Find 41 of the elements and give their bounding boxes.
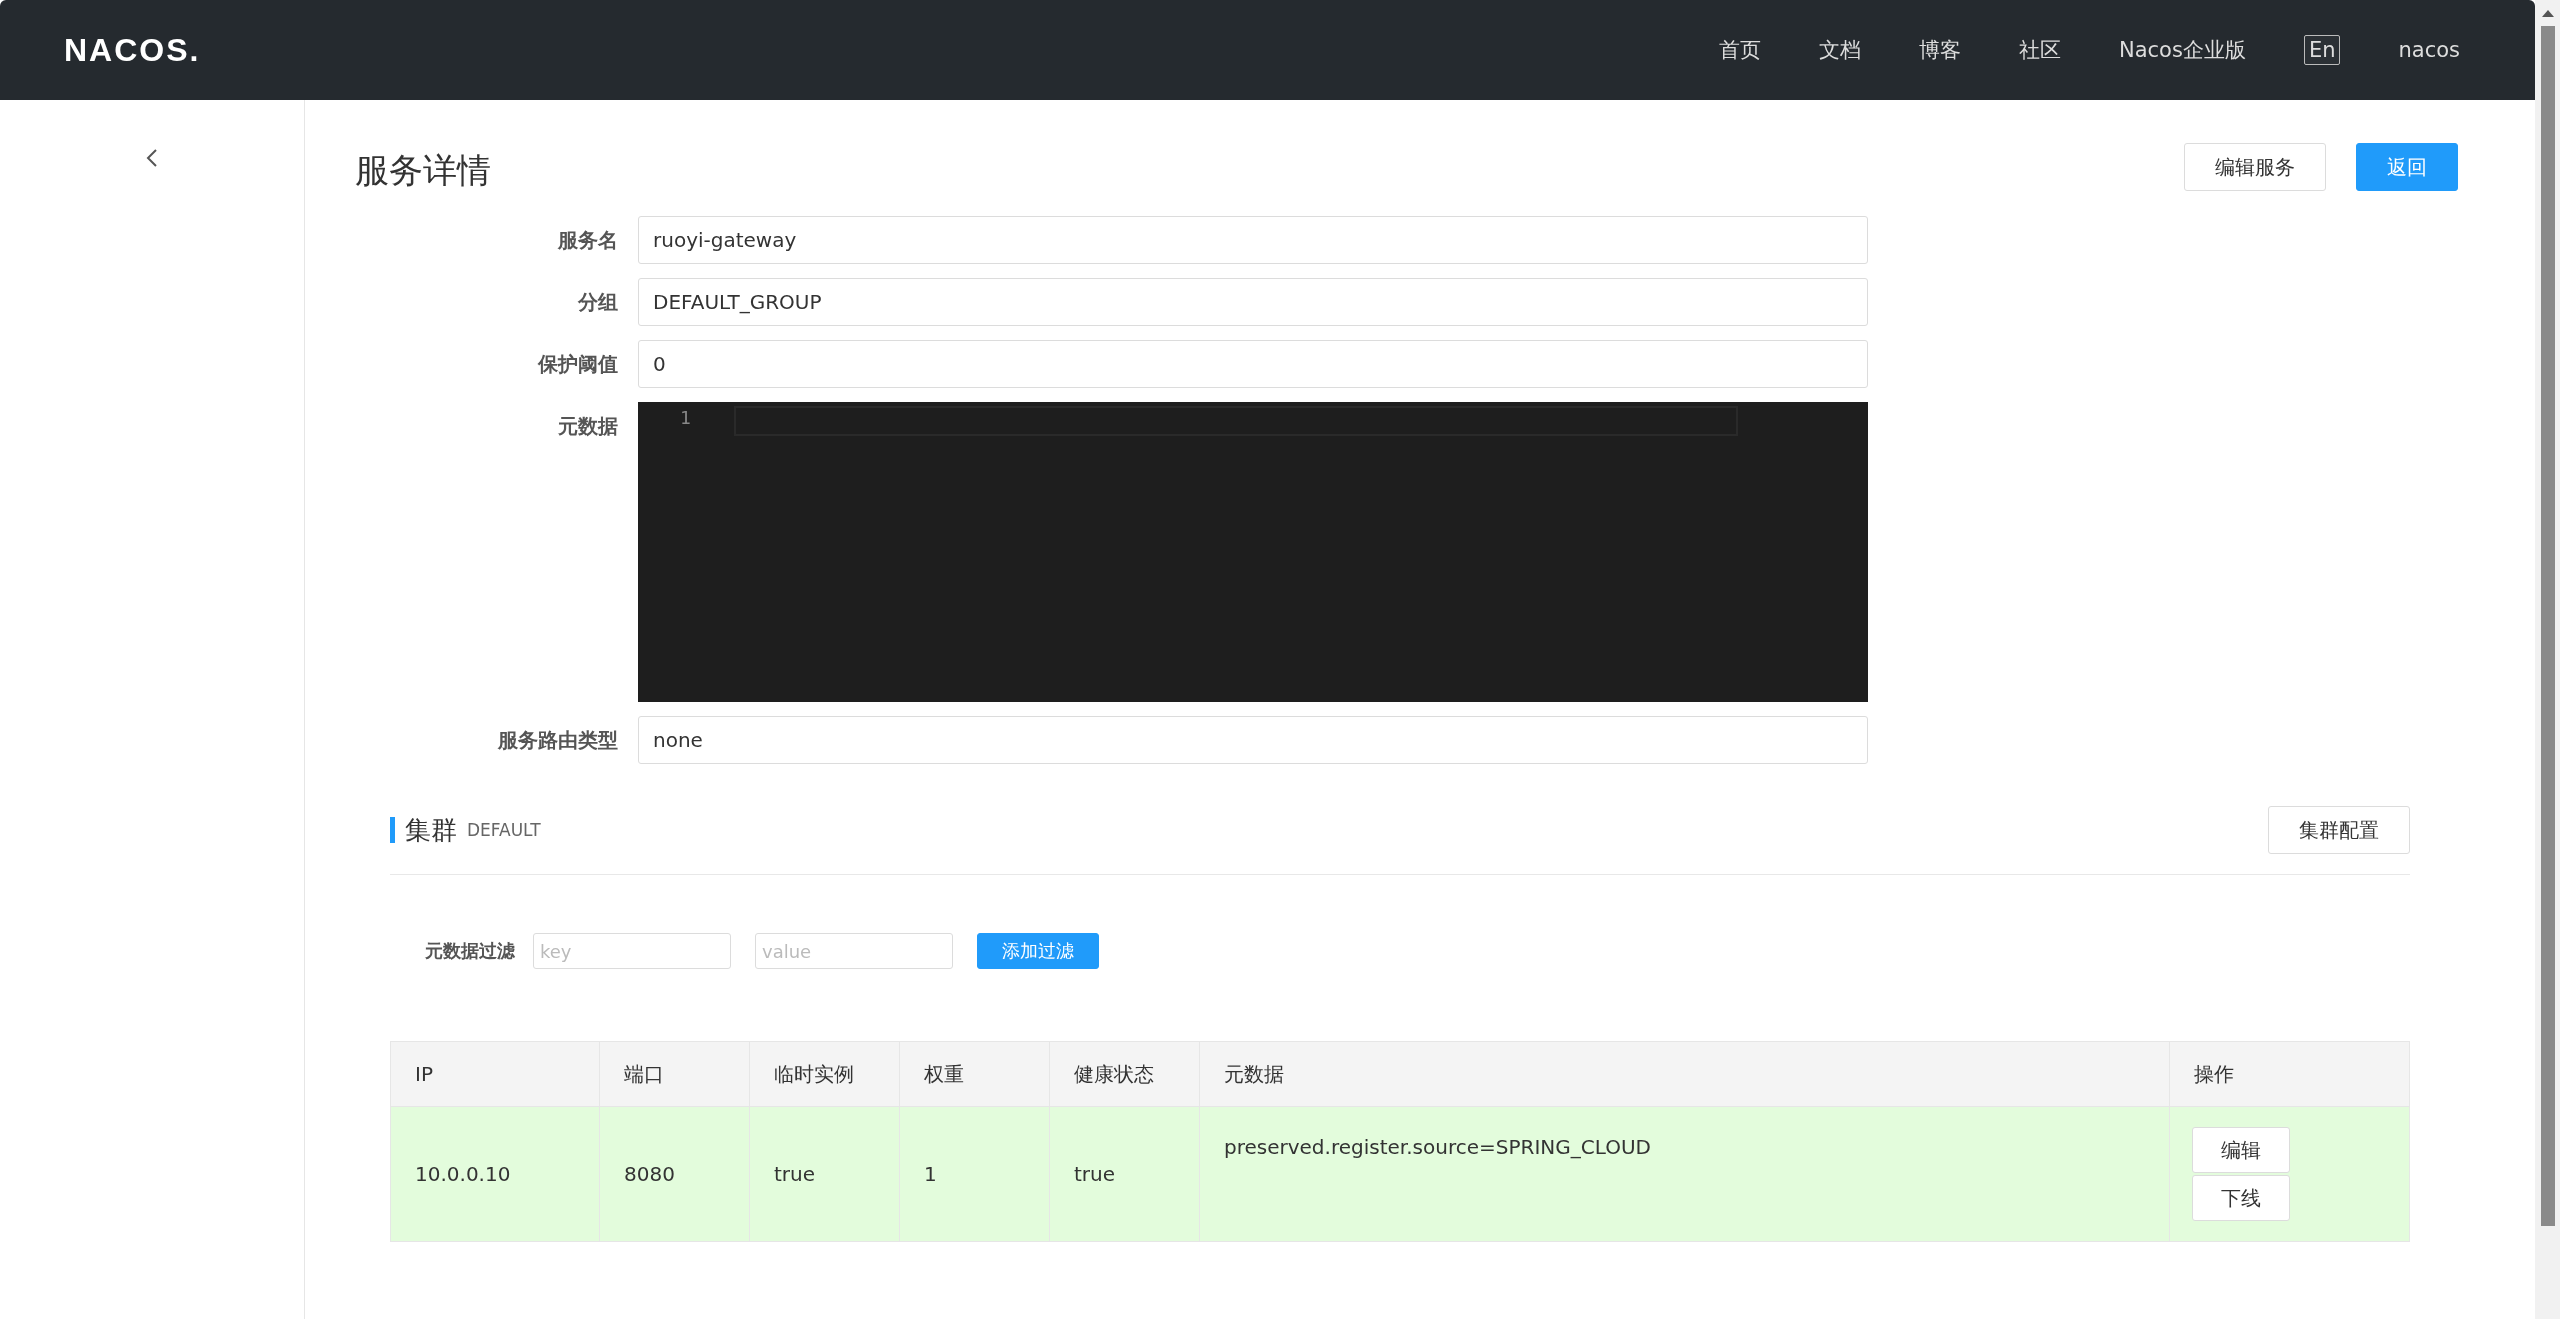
scroll-up-arrow-icon[interactable] bbox=[2540, 8, 2555, 18]
key-field[interactable]: key bbox=[533, 933, 731, 969]
row-action-button[interactable]: 编辑 bbox=[2192, 1127, 2290, 1173]
scrollbar-thumb[interactable] bbox=[2540, 26, 2555, 1226]
collapse-chevron-icon[interactable] bbox=[146, 148, 158, 168]
table-cell: true bbox=[749, 1107, 899, 1241]
field-label: 分组 bbox=[577, 289, 619, 316]
nav-link[interactable]: 社区 bbox=[2019, 36, 2061, 64]
nav-link[interactable]: Nacos企业版 bbox=[2119, 36, 2246, 64]
column-header: IP bbox=[414, 1061, 434, 1088]
filter-label: 元数据过滤 bbox=[425, 939, 515, 963]
cluster-name: DEFAULT bbox=[467, 820, 541, 840]
nav-link[interactable]: 首页 bbox=[1719, 36, 1761, 64]
row-action-button[interactable]: 下线 bbox=[2192, 1175, 2290, 1221]
section-accent-bar bbox=[390, 817, 395, 843]
language-button[interactable]: En bbox=[2303, 35, 2341, 65]
field-label: 保护阈值 bbox=[537, 351, 619, 378]
table-cell: preserved.register.source=SPRING_CLOUD bbox=[1199, 1107, 2169, 1241]
table-cell: true bbox=[1049, 1107, 1199, 1241]
text-field[interactable]: ruoyi-gateway bbox=[638, 216, 1868, 264]
field-label: 元数据 bbox=[557, 413, 619, 440]
value-field[interactable]: value bbox=[755, 933, 953, 969]
page-action-button[interactable]: 编辑服务 bbox=[2184, 143, 2326, 191]
nav-link[interactable]: 博客 bbox=[1919, 36, 1961, 64]
code-editor[interactable]: 1 bbox=[638, 402, 1868, 702]
text-field[interactable]: none bbox=[638, 716, 1868, 764]
cluster-config-button[interactable]: 集群配置 bbox=[2268, 806, 2410, 854]
table-cell: 8080 bbox=[599, 1107, 749, 1241]
scrollbar[interactable] bbox=[2535, 0, 2560, 1319]
text-field[interactable]: 0 bbox=[638, 340, 1868, 388]
logo[interactable]: NACOS. bbox=[64, 31, 201, 69]
table-cell: 1 bbox=[899, 1107, 1049, 1241]
text-field[interactable]: DEFAULT_GROUP bbox=[638, 278, 1868, 326]
section-title: 集群 bbox=[405, 813, 457, 847]
user-menu[interactable]: nacos bbox=[2398, 38, 2460, 62]
nav-link[interactable]: 文档 bbox=[1819, 36, 1861, 64]
table-cell-text: 10.0.0.10 bbox=[414, 1161, 512, 1188]
page-title: 服务详情 bbox=[355, 149, 491, 192]
field-label: 服务名 bbox=[556, 227, 619, 254]
line-number: 1 bbox=[680, 407, 691, 428]
field-label: 服务路由类型 bbox=[496, 727, 619, 754]
